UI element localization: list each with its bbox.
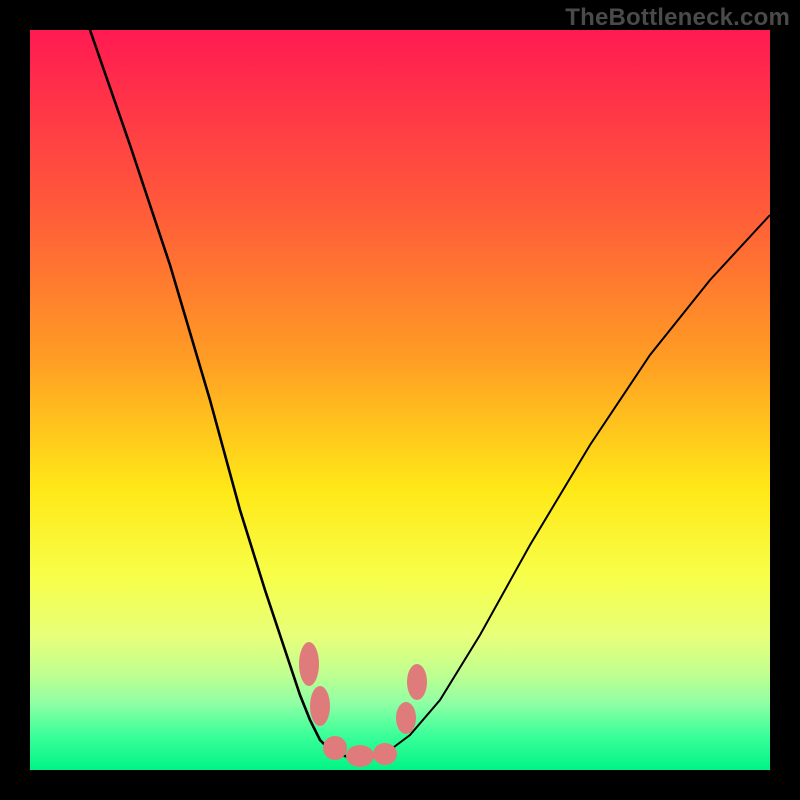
marker-floor-cluster-3 — [373, 743, 397, 765]
marker-floor-cluster-1 — [323, 736, 347, 760]
marker-right-cluster-upper — [407, 664, 427, 700]
chart-plot-area — [30, 30, 770, 770]
marker-right-cluster-lower — [396, 702, 416, 734]
marker-left-cluster-upper — [299, 642, 319, 686]
marker-floor-cluster-2 — [346, 745, 374, 767]
marker-left-cluster-lower — [310, 686, 330, 726]
bottleneck-curve-chart — [30, 30, 770, 770]
marker-group — [299, 642, 427, 767]
curve-right-branch — [390, 215, 770, 750]
watermark-text: TheBottleneck.com — [565, 4, 790, 32]
curve-left-branch — [90, 30, 330, 750]
